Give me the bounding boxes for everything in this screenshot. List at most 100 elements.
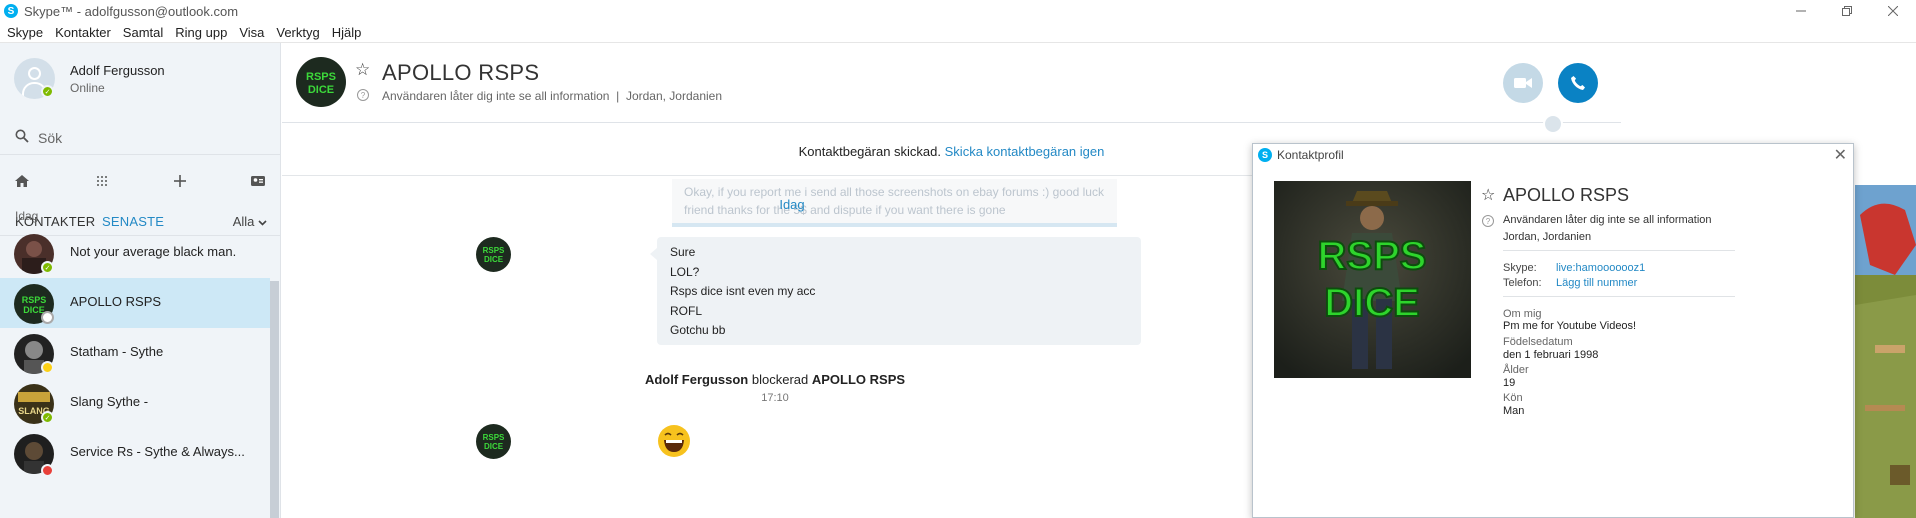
birthdate-value: den 1 februari 1998 [1503, 349, 1599, 361]
age-value: 19 [1503, 377, 1516, 389]
block-actor: Adolf Fergusson [644, 372, 749, 387]
online-status-icon: ✓ [41, 261, 54, 274]
menu-skype[interactable]: Skype [0, 25, 49, 40]
search-box[interactable]: Sök [0, 121, 281, 155]
photo-text-rsps: RSPS [1318, 234, 1427, 278]
divider [1503, 250, 1735, 251]
sidebar-scrollbar[interactable] [270, 281, 279, 518]
home-icon[interactable] [0, 159, 44, 203]
birthdate-label: Födelsedatum [1503, 336, 1573, 348]
conversation-subtitle: Användaren låter dig inte se all informa… [382, 89, 722, 103]
user-silhouette-icon [28, 67, 41, 80]
age-label: Ålder [1503, 364, 1529, 376]
laughing-emoticon[interactable] [657, 424, 691, 458]
message-line: Rsps dice isnt even my acc [670, 284, 816, 298]
avatar[interactable]: RSPS DICE [296, 57, 346, 107]
svg-text:RSPS: RSPS [22, 295, 47, 305]
own-profile[interactable]: ✓ Adolf Fergusson Online [0, 43, 281, 113]
filter-dropdown[interactable]: Alla [233, 214, 267, 229]
message-time: 17:10 [761, 392, 789, 404]
title-bar: S Skype™ - adolfgusson@outlook.com [0, 0, 1916, 22]
faded-message: Okay, if you report me i send all those … [672, 179, 1117, 225]
divider [1503, 296, 1735, 297]
skype-icon: S [1258, 148, 1272, 162]
skype-icon: S [4, 4, 18, 18]
profile-name: Adolf Fergusson [70, 63, 165, 78]
conversation-name: Slang Sythe - [70, 394, 149, 409]
conversation-name: APOLLO RSPS [70, 294, 162, 309]
list-item[interactable]: RSPS DICE APOLLO RSPS [0, 278, 270, 328]
menu-help[interactable]: Hjälp [326, 25, 368, 40]
sidebar: ✓ Adolf Fergusson Online Sök KONTAKTER S… [0, 43, 281, 518]
window-controls [1778, 0, 1916, 22]
request-status: Kontaktbegäran skickad. [798, 144, 942, 159]
contacts-card-icon[interactable] [236, 159, 280, 203]
page-title[interactable]: APOLLO RSPS [382, 60, 539, 86]
svg-text:RSPS: RSPS [483, 246, 505, 255]
menu-tools[interactable]: Verktyg [270, 25, 325, 40]
day-label: Idag [779, 197, 805, 212]
about-value: Pm me for Youtube Videos! [1503, 320, 1637, 332]
svg-text:RSPS: RSPS [306, 71, 336, 83]
menu-view[interactable]: Visa [233, 25, 270, 40]
message-line: ROFL [670, 304, 703, 318]
message-line: Gotchu bb [670, 323, 726, 337]
separator: | [612, 89, 626, 103]
conversation-name: Not your average black man. [70, 244, 237, 259]
add-phone-link[interactable]: Lägg till nummer [1556, 277, 1637, 289]
message-line: LOL? [670, 265, 700, 279]
menu-contacts[interactable]: Kontakter [49, 25, 117, 40]
photo-text-dice: DICE [1324, 281, 1420, 325]
minimize-icon[interactable] [1778, 0, 1824, 22]
block-target: APOLLO RSPS [811, 372, 906, 387]
avatar[interactable]: RSPS DICE [476, 237, 511, 272]
add-icon[interactable] [158, 159, 202, 203]
conversation-name: Statham - Sythe [70, 344, 164, 359]
close-icon[interactable] [1870, 0, 1916, 22]
menu-calls[interactable]: Samtal [117, 25, 169, 40]
faded-message-text: Okay, if you report me i send all those … [684, 185, 1104, 217]
phone-icon [1571, 76, 1585, 90]
avatar[interactable]: RSPS DICE [476, 424, 511, 459]
close-icon[interactable]: ✕ [1834, 145, 1847, 165]
favorite-star-icon[interactable]: ☆ [1481, 185, 1495, 205]
search-input[interactable]: Sök [38, 130, 62, 146]
dialpad-icon[interactable] [80, 159, 124, 203]
profile-window-titlebar: S Kontaktprofil ✕ [1253, 144, 1853, 166]
message-bubble[interactable]: Sure LOL? Rsps dice isnt even my acc ROF… [657, 237, 1141, 345]
svg-text:DICE: DICE [308, 84, 334, 96]
section-label-today: Idag [15, 209, 39, 223]
skype-name-link[interactable]: live:hamooooooz1 [1556, 262, 1645, 274]
svg-text:RSPS: RSPS [483, 433, 505, 442]
favorite-star-icon[interactable]: ☆ [355, 60, 370, 80]
tab-recent[interactable]: SENASTE [102, 214, 164, 229]
resend-request-link[interactable]: Skicka kontaktbegäran igen [945, 144, 1105, 159]
chevron-down-icon [258, 220, 267, 226]
profile-name: APOLLO RSPS [1503, 185, 1630, 205]
profile-photo: RSPS DICE [1274, 181, 1471, 378]
svg-text:DICE: DICE [484, 255, 504, 264]
about-label: Om mig [1503, 308, 1542, 320]
menu-call[interactable]: Ring upp [169, 25, 233, 40]
profile-window-title: Kontaktprofil [1277, 148, 1344, 162]
video-camera-icon [1514, 78, 1532, 88]
phone-label: Telefon: [1503, 277, 1542, 289]
list-item[interactable]: Service Rs - Sythe & Always... [0, 428, 270, 478]
list-item[interactable]: ✓ Not your average black man. [0, 228, 270, 278]
info-note: Användaren låter dig inte se all informa… [382, 89, 610, 103]
video-call-button[interactable] [1503, 63, 1543, 103]
bubble-tail [650, 248, 657, 260]
gender-value: Man [1503, 405, 1525, 417]
message-line: Sure [670, 245, 696, 259]
list-item[interactable]: SLANG ✓ Slang Sythe - [0, 378, 270, 428]
maximize-icon[interactable] [1824, 0, 1870, 22]
skype-label: Skype: [1503, 262, 1537, 274]
profile-status[interactable]: Online [70, 81, 105, 95]
call-button[interactable] [1558, 63, 1598, 103]
conversation-list: ✓ Not your average black man. RSPS DICE A… [0, 228, 270, 478]
info-icon: ? [357, 89, 369, 101]
contact-profile-window: S Kontaktprofil ✕ RSPS DICE ☆ APOLLO RSP… [1252, 143, 1854, 518]
location: Jordan, Jordanien [625, 89, 723, 103]
svg-text:DICE: DICE [484, 442, 504, 451]
list-item[interactable]: Statham - Sythe [0, 328, 270, 378]
